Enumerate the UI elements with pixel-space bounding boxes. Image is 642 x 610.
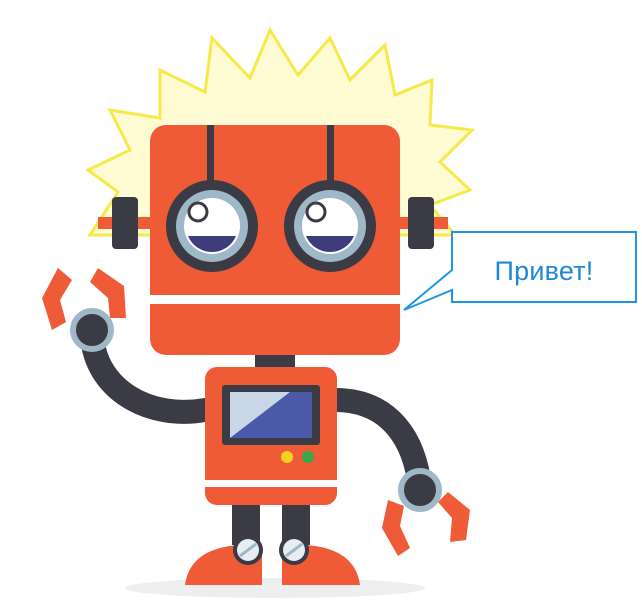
right-claw [382,468,470,556]
left-ankle-bolt [233,535,263,565]
mouth-line [150,295,400,304]
left-eye [166,180,258,272]
speech-bubble-text: Привет! [494,255,594,286]
belt-line [205,480,337,487]
robot-neck [255,355,295,367]
right-eye [284,180,376,272]
right-ear-bolt [408,197,434,249]
right-ankle-bolt [279,535,309,565]
robot-illustration [42,26,637,598]
green-light [302,451,314,463]
left-claw [42,268,126,352]
yellow-light [281,451,293,463]
robot-scene: Привет! [0,0,642,605]
left-ear-bolt [112,197,138,249]
floor-shadow [125,578,425,598]
